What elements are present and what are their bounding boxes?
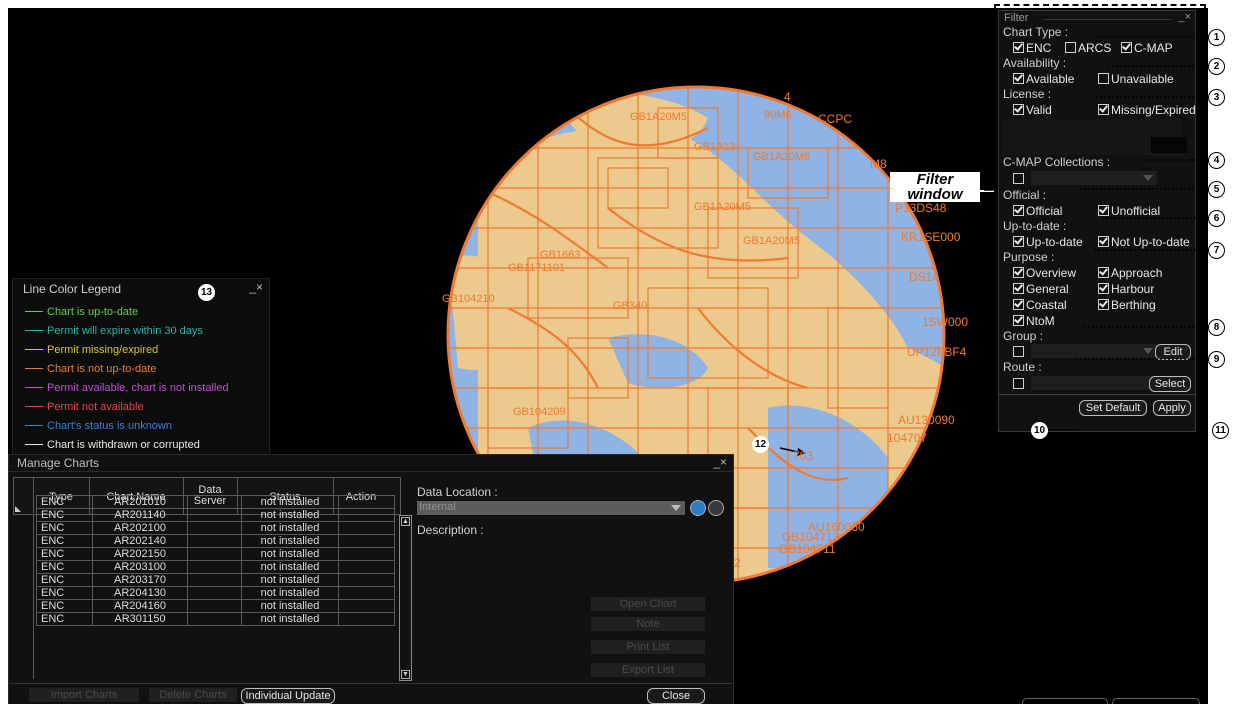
callout-5: 5 <box>1208 181 1225 198</box>
callout-8: 8 <box>1208 319 1225 336</box>
callout-7: 7 <box>1208 242 1225 259</box>
callout-10: 10 <box>1031 422 1048 439</box>
callout-11: 11 <box>1212 422 1229 439</box>
callout-9: 9 <box>1208 351 1225 368</box>
callout-6: 6 <box>1208 210 1225 227</box>
callout-2: 2 <box>1208 58 1225 75</box>
callout-4: 4 <box>1208 152 1225 169</box>
callout-3: 3 <box>1208 89 1225 106</box>
callout-1: 1 <box>1208 29 1225 46</box>
callout-leaders <box>984 36 1210 431</box>
